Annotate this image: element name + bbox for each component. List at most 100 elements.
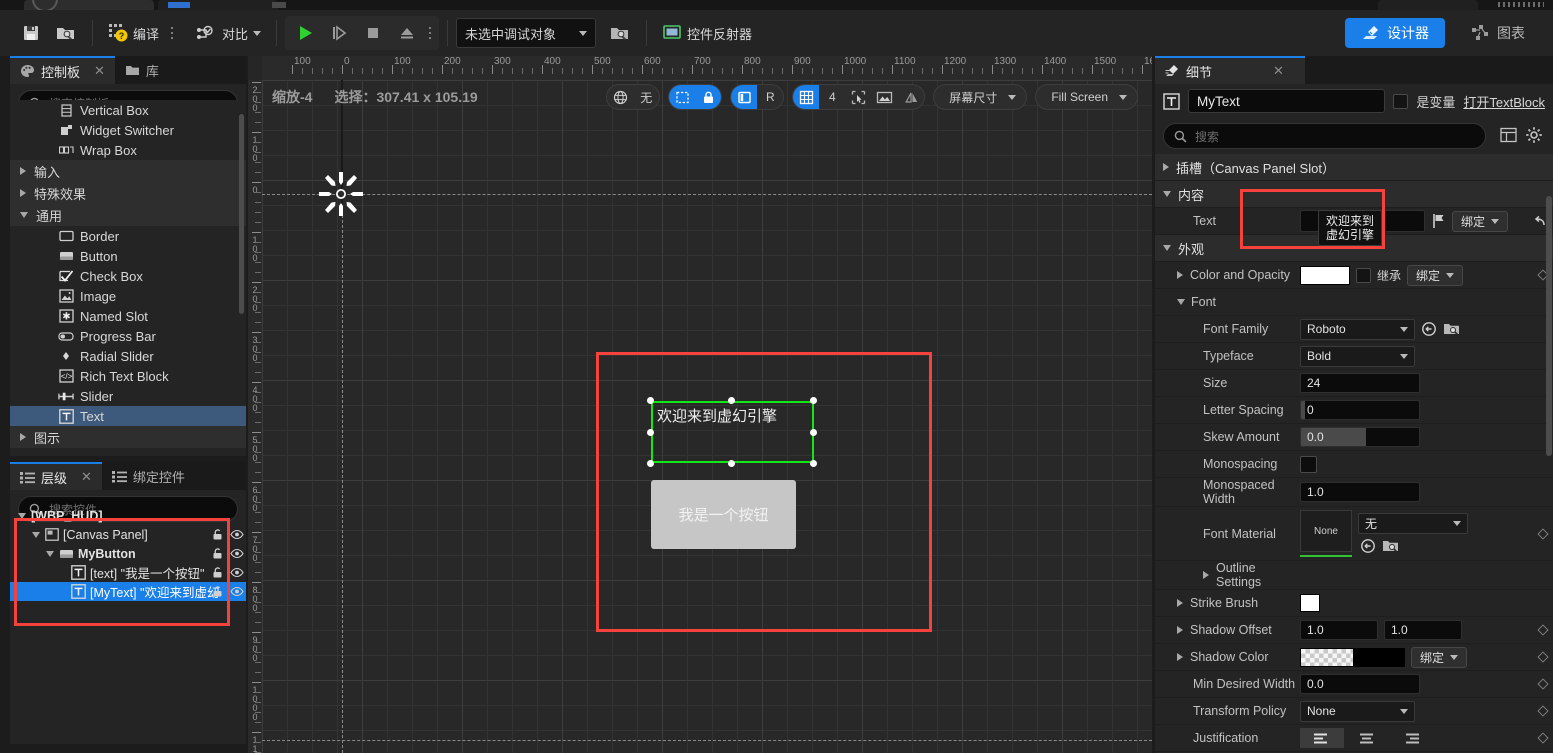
color-swatch[interactable] xyxy=(1300,265,1350,285)
hierarchy-tree[interactable]: [WBP_HUD] [Canvas Panel] MyButton [text] "我… xyxy=(10,506,246,744)
canvas-grid[interactable]: 我是一个按钮 欢迎来到虚幻引擎 xyxy=(262,80,1152,753)
property-category[interactable]: 内容 xyxy=(1155,181,1553,208)
handle-top-center[interactable] xyxy=(728,397,735,404)
justify-center-button[interactable] xyxy=(1344,728,1388,748)
property-dropdown[interactable]: Roboto xyxy=(1300,318,1415,340)
bind-button[interactable]: 绑定 xyxy=(1411,646,1468,668)
asset-thumbnail[interactable]: None xyxy=(1300,510,1352,557)
justify-left-button[interactable] xyxy=(1300,728,1344,748)
keyframe-diamond-icon[interactable] xyxy=(1537,678,1549,690)
palette-item-text[interactable]: Text xyxy=(10,406,246,426)
open-textblock-link[interactable]: 打开TextBlock xyxy=(1463,92,1545,111)
horizontal-ruler[interactable]: 100 0 100 200 300 400 500 600 700 800 900 1000 1100 1… xyxy=(262,56,1152,80)
property-dropdown[interactable]: None xyxy=(1300,700,1415,722)
lock-icon[interactable] xyxy=(695,85,722,109)
gear-icon[interactable] xyxy=(1523,126,1553,147)
handle-top-left[interactable] xyxy=(647,397,654,404)
save-button[interactable] xyxy=(14,16,48,50)
play-button[interactable] xyxy=(288,16,322,50)
chevron-down-icon[interactable] xyxy=(1163,245,1171,251)
hierarchy-row[interactable]: [MyText] "欢迎来到虚幻 xyxy=(10,582,246,601)
palette-item-check-box[interactable]: Check Box xyxy=(10,266,246,286)
screen-size-dropdown[interactable]: 屏幕尺寸 xyxy=(933,84,1028,110)
details-scrollbar[interactable] xyxy=(1546,196,1552,456)
designer-mode-button[interactable]: 设计器 xyxy=(1345,18,1445,48)
compile-button[interactable]: ? 编译 xyxy=(101,16,166,50)
chevron-right-icon[interactable] xyxy=(1177,271,1183,279)
dashed-rect-icon[interactable] xyxy=(669,85,696,109)
browse-content-button[interactable] xyxy=(48,16,84,50)
vertical-ruler[interactable]: 2001000100200300400500600700800900100011 xyxy=(248,80,262,753)
palette-category-3[interactable]: 输入 xyxy=(10,160,246,182)
property-field[interactable]: 24 xyxy=(1300,373,1420,393)
palette-item-widget-switcher[interactable]: Widget Switcher xyxy=(10,120,246,140)
palette-item-vertical-box[interactable]: Vertical Box xyxy=(10,100,246,120)
lock-icon[interactable] xyxy=(211,547,224,560)
canvas-widget-mytext[interactable]: 欢迎来到虚幻引擎 xyxy=(651,401,814,463)
property-dropdown[interactable]: Bold xyxy=(1300,345,1415,367)
revert-icon[interactable] xyxy=(1531,213,1547,229)
outline-icon[interactable] xyxy=(731,85,758,109)
widget-name-input[interactable]: MyText xyxy=(1188,89,1386,113)
locale-value[interactable]: 无 xyxy=(633,85,659,109)
play-options-button[interactable] xyxy=(424,21,436,45)
tab-hierarchy[interactable]: 层级 ✕ xyxy=(10,462,102,490)
details-search-input[interactable]: 搜索 xyxy=(1163,123,1486,149)
image-preview-icon[interactable] xyxy=(871,85,898,109)
compile-options-button[interactable] xyxy=(166,21,178,45)
chevron-down-icon[interactable] xyxy=(18,512,26,519)
palette-item-progress-bar[interactable]: Progress Bar xyxy=(10,326,246,346)
tab-details[interactable]: 细节 ✕ xyxy=(1155,56,1305,84)
hierarchy-row[interactable]: MyButton xyxy=(10,544,246,563)
bind-button[interactable]: 绑定 xyxy=(1407,264,1464,286)
palette-item-border[interactable]: Border xyxy=(10,226,246,246)
handle-middle-left[interactable] xyxy=(647,429,654,436)
chevron-right-icon[interactable] xyxy=(1177,626,1183,634)
property-field-y[interactable]: 1.0 xyxy=(1384,620,1462,640)
palette-item-rich-text-block[interactable]: </> Rich Text Block xyxy=(10,366,246,386)
mirror-icon[interactable] xyxy=(898,85,924,109)
chevron-down-icon[interactable] xyxy=(32,531,40,538)
hierarchy-row[interactable]: [WBP_HUD] xyxy=(10,506,246,525)
palette-item-slider[interactable]: Slider xyxy=(10,386,246,406)
hierarchy-row[interactable]: [Canvas Panel] xyxy=(10,525,246,544)
palette-item-named-slot[interactable]: ✱ Named Slot xyxy=(10,306,246,326)
chevron-right-icon[interactable] xyxy=(1177,599,1183,607)
palette-category-5[interactable]: 通用 xyxy=(10,204,246,226)
window-tab-3[interactable] xyxy=(1378,0,1478,10)
graph-mode-button[interactable]: 图表 xyxy=(1459,18,1537,48)
property-field[interactable]: 0.0 xyxy=(1300,674,1420,694)
keyframe-diamond-icon[interactable] xyxy=(1537,651,1549,663)
property-field-x[interactable]: 1.0 xyxy=(1300,620,1378,640)
brush-swatch[interactable] xyxy=(1300,594,1320,612)
palette-category-16[interactable]: 图示 xyxy=(10,426,246,448)
lock-icon[interactable] xyxy=(211,528,224,541)
palette-list[interactable]: Vertical Box Widget Switcher Wrap Box 输入 特殊效… xyxy=(10,100,246,456)
browse-asset-icon[interactable] xyxy=(1443,321,1461,337)
chevron-right-icon[interactable] xyxy=(1163,163,1169,171)
table-view-icon[interactable] xyxy=(1494,127,1523,146)
chevron-down-icon[interactable] xyxy=(1163,191,1171,197)
property-subcategory[interactable]: Font xyxy=(1155,289,1553,316)
chevron-down-icon[interactable] xyxy=(1177,299,1185,305)
eject-button[interactable] xyxy=(390,16,424,50)
widget-reflector-button[interactable]: 控件反射器 xyxy=(655,16,759,50)
tab-library[interactable]: 库 xyxy=(115,56,169,84)
handle-top-right[interactable] xyxy=(810,397,817,404)
keyframe-diamond-icon[interactable] xyxy=(1537,624,1549,636)
handle-bottom-right[interactable] xyxy=(810,460,817,467)
chevron-right-icon[interactable] xyxy=(1203,571,1209,579)
diff-button[interactable]: 对比 xyxy=(188,16,268,50)
reset-arrow-icon[interactable] xyxy=(1421,321,1437,337)
palette-item-image[interactable]: Image xyxy=(10,286,246,306)
eye-icon[interactable] xyxy=(230,548,244,559)
hierarchy-row[interactable]: [text] "我是一个按钮" xyxy=(10,563,246,582)
palette-category-4[interactable]: 特殊效果 xyxy=(10,182,246,204)
keyframe-diamond-icon[interactable] xyxy=(1537,732,1549,744)
flag-icon[interactable] xyxy=(1431,213,1446,229)
justify-right-button[interactable] xyxy=(1388,728,1432,748)
tab-palette[interactable]: 控制板 ✕ xyxy=(10,56,115,84)
browse-asset-icon[interactable] xyxy=(1382,538,1400,554)
handle-middle-right[interactable] xyxy=(810,429,817,436)
close-icon[interactable]: ✕ xyxy=(1273,63,1284,79)
